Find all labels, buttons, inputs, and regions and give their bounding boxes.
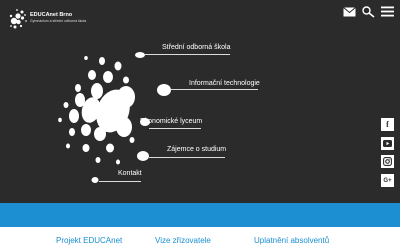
bubble-graphic — [58, 52, 171, 183]
menu-item-stredni-odborna-skola[interactable]: Střední odborná škola — [162, 44, 231, 51]
youtube-icon[interactable] — [381, 137, 394, 150]
menu-line-4 — [149, 157, 225, 158]
footer-nav: Projekt EDUCAnet Vize zřizovatele Uplatn… — [0, 227, 400, 250]
menu-item-kontakt[interactable]: Kontakt — [118, 170, 142, 177]
footer-link-vize[interactable]: Vize zřizovatele — [155, 236, 211, 245]
menu-line-2 — [170, 89, 258, 90]
menu-line-1 — [144, 54, 230, 55]
footer-link-uplatneni[interactable]: Uplatnění absolventů — [254, 236, 329, 245]
menu-line-3 — [149, 128, 201, 129]
google-plus-icon[interactable]: G+ — [381, 174, 394, 187]
footer-link-projekt[interactable]: Projekt EDUCAnet — [56, 236, 122, 245]
menu-item-zajemce-o-studium[interactable]: Zájemce o studium — [167, 146, 226, 153]
menu-line-5 — [99, 181, 141, 182]
hero-section: EDUCAnet Brno Gymnázium a střední odborn… — [0, 0, 400, 203]
menu-item-informacni-technologie[interactable]: Informační technologie — [189, 80, 260, 87]
accent-band — [0, 203, 400, 227]
instagram-icon[interactable] — [381, 155, 394, 168]
menu-item-ekonomicke-lyceum[interactable]: Ekonomické lyceum — [140, 118, 202, 125]
facebook-icon[interactable]: f — [381, 118, 394, 131]
